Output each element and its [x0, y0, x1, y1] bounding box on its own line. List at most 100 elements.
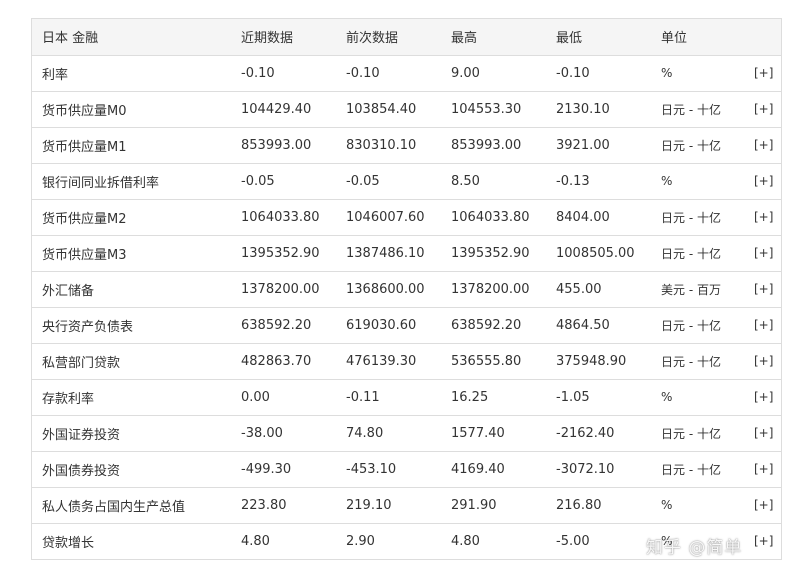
- table-body: 利率 -0.10 -0.10 9.00 -0.10% [+] 货币供应量M0 104429.4…: [32, 55, 781, 560]
- cell-low: -2162.40: [546, 415, 651, 452]
- header-previous: 前次数据: [336, 19, 441, 56]
- expand-row-button[interactable]: [+]: [754, 174, 773, 188]
- cell-unit: 日元 - 十亿: [651, 343, 740, 380]
- expand-row-button[interactable]: [+]: [754, 246, 773, 260]
- table-row: 外国证券投资 -38.00 74.80 1577.40 -2162.40 日元 - 十亿 […: [32, 415, 781, 452]
- cell-low: 2130.10: [546, 91, 651, 128]
- cell-name: 贷款增长: [32, 523, 231, 560]
- page-frame: 日本 金融 近期数据 前次数据 最高 最低 单位 利率 -0.10 -0.10 9.0…: [0, 0, 792, 580]
- expand-row-button[interactable]: [+]: [754, 534, 773, 548]
- cell-more: [+]: [740, 343, 781, 380]
- cell-high: 853993.00: [441, 127, 546, 164]
- cell-name: 货币供应量M1: [32, 127, 231, 164]
- cell-high: 16.25: [441, 379, 546, 416]
- cell-name: 私人债务占国内生产总值: [32, 487, 231, 524]
- cell-recent: -0.05: [231, 163, 336, 200]
- cell-previous: -0.11: [336, 379, 441, 416]
- cell-previous: 1368600.00: [336, 271, 441, 308]
- cell-name: 私营部门贷款: [32, 343, 231, 380]
- cell-more: [+]: [740, 199, 781, 236]
- header-high: 最高: [441, 19, 546, 56]
- expand-row-button[interactable]: [+]: [754, 318, 773, 332]
- cell-high: 291.90: [441, 487, 546, 524]
- table-row: 私营部门贷款 482863.70 476139.30 536555.80 375948.…: [32, 343, 781, 380]
- table-row: 贷款增长 4.80 2.90 4.80 -5.00% [+]: [32, 523, 781, 560]
- cell-low: 455.00: [546, 271, 651, 308]
- table-header: 日本 金融 近期数据 前次数据 最高 最低 单位: [32, 19, 781, 56]
- expand-row-button[interactable]: [+]: [754, 138, 773, 152]
- cell-low: -5.00: [546, 523, 651, 560]
- cell-recent: 638592.20: [231, 307, 336, 344]
- expand-row-button[interactable]: [+]: [754, 210, 773, 224]
- cell-previous: -0.10: [336, 55, 441, 92]
- expand-row-button[interactable]: [+]: [754, 354, 773, 368]
- expand-row-button[interactable]: [+]: [754, 498, 773, 512]
- cell-low: 8404.00: [546, 199, 651, 236]
- cell-recent: 853993.00: [231, 127, 336, 164]
- cell-previous: 74.80: [336, 415, 441, 452]
- cell-unit: 日元 - 十亿: [651, 415, 740, 452]
- header-name: 日本 金融: [32, 19, 231, 56]
- cell-unit: 日元 - 十亿: [651, 451, 740, 488]
- cell-recent: 0.00: [231, 379, 336, 416]
- cell-recent: 1064033.80: [231, 199, 336, 236]
- cell-recent: -0.10: [231, 55, 336, 92]
- cell-unit: 日元 - 十亿: [651, 307, 740, 344]
- expand-row-button[interactable]: [+]: [754, 282, 773, 296]
- cell-low: -1.05: [546, 379, 651, 416]
- cell-more: [+]: [740, 271, 781, 308]
- cell-recent: 1378200.00: [231, 271, 336, 308]
- table-row: 利率 -0.10 -0.10 9.00 -0.10% [+]: [32, 55, 781, 92]
- cell-high: 4.80: [441, 523, 546, 560]
- cell-previous: 830310.10: [336, 127, 441, 164]
- cell-high: 1378200.00: [441, 271, 546, 308]
- expand-row-button[interactable]: [+]: [754, 426, 773, 440]
- cell-previous: 619030.60: [336, 307, 441, 344]
- cell-previous: 2.90: [336, 523, 441, 560]
- expand-row-button[interactable]: [+]: [754, 390, 773, 404]
- cell-high: 1395352.90: [441, 235, 546, 272]
- cell-more: [+]: [740, 487, 781, 524]
- header-recent: 近期数据: [231, 19, 336, 56]
- cell-previous: -0.05: [336, 163, 441, 200]
- cell-previous: 476139.30: [336, 343, 441, 380]
- cell-high: 1064033.80: [441, 199, 546, 236]
- cell-unit: %: [651, 55, 740, 92]
- cell-more: [+]: [740, 235, 781, 272]
- cell-more: [+]: [740, 163, 781, 200]
- cell-unit: %: [651, 163, 740, 200]
- japan-finance-table: 日本 金融 近期数据 前次数据 最高 最低 单位 利率 -0.10 -0.10 9.0…: [32, 19, 781, 560]
- cell-name: 央行资产负债表: [32, 307, 231, 344]
- cell-previous: 1387486.10: [336, 235, 441, 272]
- expand-row-button[interactable]: [+]: [754, 462, 773, 476]
- cell-recent: 482863.70: [231, 343, 336, 380]
- cell-previous: 103854.40: [336, 91, 441, 128]
- cell-more: [+]: [740, 307, 781, 344]
- cell-recent: 1395352.90: [231, 235, 336, 272]
- cell-name: 利率: [32, 55, 231, 92]
- cell-high: 4169.40: [441, 451, 546, 488]
- cell-recent: 104429.40: [231, 91, 336, 128]
- cell-recent: -499.30: [231, 451, 336, 488]
- expand-row-button[interactable]: [+]: [754, 102, 773, 116]
- cell-unit: 日元 - 十亿: [651, 127, 740, 164]
- cell-name: 外国债券投资: [32, 451, 231, 488]
- cell-unit: %: [651, 487, 740, 524]
- cell-more: [+]: [740, 523, 781, 560]
- cell-high: 104553.30: [441, 91, 546, 128]
- header-unit: 单位: [651, 19, 740, 56]
- cell-more: [+]: [740, 127, 781, 164]
- cell-more: [+]: [740, 451, 781, 488]
- cell-high: 638592.20: [441, 307, 546, 344]
- cell-name: 货币供应量M2: [32, 199, 231, 236]
- cell-name: 外国证券投资: [32, 415, 231, 452]
- expand-row-button[interactable]: [+]: [754, 66, 773, 80]
- table-row: 私人债务占国内生产总值 223.80 219.10 291.90 216.80% [+]: [32, 487, 781, 524]
- table-row: 存款利率 0.00 -0.11 16.25 -1.05% [+]: [32, 379, 781, 416]
- cell-unit: %: [651, 523, 740, 560]
- table-row: 货币供应量M2 1064033.80 1046007.60 1064033.80 840…: [32, 199, 781, 236]
- cell-previous: 1046007.60: [336, 199, 441, 236]
- cell-low: 3921.00: [546, 127, 651, 164]
- table-row: 货币供应量M0 104429.40 103854.40 104553.30 2130.1…: [32, 91, 781, 128]
- cell-low: 1008505.00: [546, 235, 651, 272]
